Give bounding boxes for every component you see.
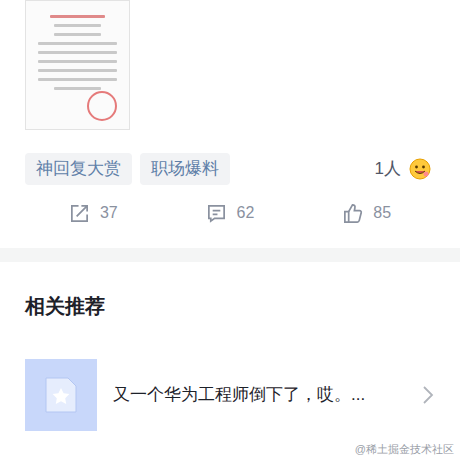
tags-row: 神回复大赏职场爆料 1人 — [25, 153, 435, 185]
doc-line — [38, 51, 117, 54]
doc-line — [38, 69, 117, 72]
like-count: 85 — [373, 201, 391, 225]
like-button[interactable]: 85 — [298, 198, 435, 228]
comment-count: 62 — [237, 201, 255, 225]
doc-line — [38, 42, 117, 45]
like-icon — [342, 203, 363, 224]
related-item[interactable]: 又一个华为工程师倒下了，哎。... — [25, 359, 435, 431]
doc-line — [54, 24, 101, 27]
article-thumbnail — [25, 359, 97, 431]
comment-icon — [206, 203, 227, 224]
share-button[interactable]: 37 — [25, 198, 162, 228]
tag-list: 神回复大赏职场爆料 — [25, 153, 230, 185]
share-count: 37 — [100, 201, 118, 225]
related-heading: 相关推荐 — [25, 293, 435, 319]
watermark: @稀土掘金技术社区 — [355, 441, 454, 458]
section-divider — [0, 248, 460, 262]
article-placeholder-icon — [44, 376, 78, 414]
related-title: 又一个华为工程师倒下了，哎。... — [113, 382, 405, 408]
topic-tag[interactable]: 职场爆料 — [140, 153, 230, 185]
reaction-count: 1人 — [375, 156, 401, 182]
share-icon — [69, 203, 90, 224]
doc-line — [38, 78, 117, 81]
doc-line — [54, 87, 101, 90]
chevron-right-icon — [421, 384, 435, 406]
related-section: 相关推荐又一个华为工程师倒下了，哎。... — [0, 293, 460, 431]
emoji-icon — [409, 158, 431, 180]
doc-line — [50, 15, 105, 18]
comment-button[interactable]: 62 — [162, 198, 299, 228]
doc-line — [38, 60, 117, 63]
post-image[interactable] — [25, 0, 130, 130]
doc-line — [54, 33, 101, 36]
post-header: 神回复大赏职场爆料 1人 37 62 85 — [0, 0, 460, 228]
topic-tag[interactable]: 神回复大赏 — [25, 153, 132, 185]
reaction-summary[interactable]: 1人 — [375, 156, 431, 182]
stamp-mark — [87, 91, 117, 121]
action-bar: 37 62 85 — [25, 198, 435, 228]
